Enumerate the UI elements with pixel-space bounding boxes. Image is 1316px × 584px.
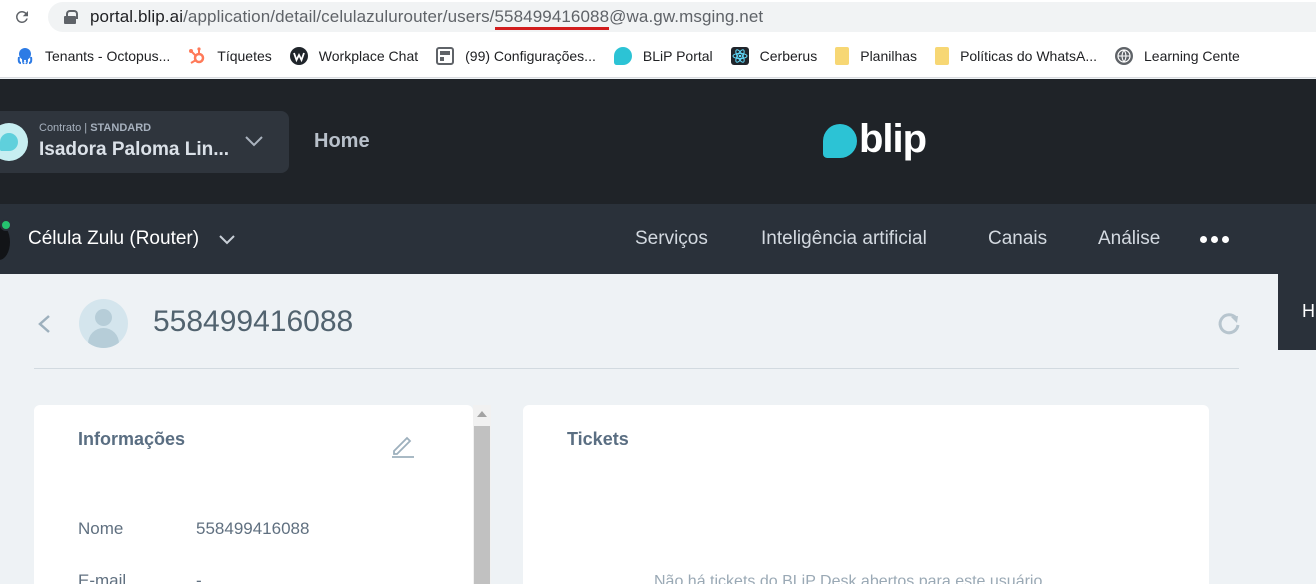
- bookmark-tenants[interactable]: Tenants - Octopus...: [16, 47, 170, 65]
- back-arrow-icon[interactable]: [36, 314, 54, 334]
- nav-analise[interactable]: Análise: [1098, 228, 1160, 250]
- reload-icon: [16, 11, 28, 23]
- contract-type: Contrato | STANDARD: [39, 122, 152, 134]
- info-card-title: Informações: [78, 429, 186, 449]
- user-id-title: 558499416088: [153, 305, 354, 338]
- settings-page-icon: [436, 46, 455, 65]
- folder-icon: [835, 46, 850, 65]
- bookmark-tiquetes[interactable]: Tíquetes: [188, 46, 272, 65]
- user-avatar: [79, 299, 128, 348]
- url-field[interactable]: portal.blip.ai/application/detail/celula…: [48, 2, 1316, 32]
- url-user-id: 558499416088: [494, 7, 610, 30]
- bookmark-workplace-chat[interactable]: Workplace Chat: [289, 46, 419, 65]
- browser-address-bar: portal.blip.ai/application/detail/celula…: [0, 0, 1316, 34]
- url-path: /application/detail/celulazulurouter/use…: [183, 7, 495, 26]
- bookmark-planilhas[interactable]: Planilhas: [835, 46, 918, 65]
- url-domain: @wa.gw.msging.net: [609, 7, 764, 26]
- url-text: portal.blip.ai/application/detail/celula…: [90, 7, 764, 30]
- blip-icon: [0, 133, 18, 151]
- bot-navigation: Célula Zulu (Router) Serviços Inteligênc…: [0, 204, 1316, 274]
- bookmark-label: BLiP Portal: [642, 47, 713, 64]
- bookmark-label: Cerberus: [759, 47, 818, 64]
- lock-icon: [64, 10, 78, 24]
- bookmark-label: Workplace Chat: [318, 47, 419, 64]
- bookmark-configuracoes[interactable]: (99) Configurações...: [436, 46, 596, 65]
- workplace-icon: [289, 46, 308, 65]
- bookmark-label: Planilhas: [860, 47, 918, 64]
- contract-avatar: [0, 123, 28, 161]
- nav-inteligencia-artificial[interactable]: Inteligência artificial: [761, 228, 927, 250]
- blip-bubble-icon: [823, 124, 857, 158]
- right-tab-label: H: [1302, 301, 1315, 321]
- header-divider: [34, 368, 1239, 369]
- bookmark-cerberus[interactable]: Cerberus: [730, 46, 818, 65]
- bookmark-label: Tíquetes: [217, 47, 272, 64]
- contract-plan: STANDARD: [90, 122, 152, 134]
- tickets-card-title: Tickets: [567, 429, 629, 449]
- field-value-nome: 558499416088: [196, 519, 310, 538]
- bot-selector[interactable]: Célula Zulu (Router): [28, 228, 199, 250]
- more-options-icon[interactable]: [1200, 236, 1229, 243]
- bookmark-label: Tenants - Octopus...: [45, 47, 171, 64]
- online-status-dot: [0, 219, 12, 231]
- browser-reload-button[interactable]: [0, 0, 44, 34]
- bookmark-label: (99) Configurações...: [465, 47, 596, 64]
- field-label-email: E-mail: [78, 571, 127, 584]
- user-info-card: Informações Nome 558499416088 E-mail -: [34, 405, 473, 584]
- contract-name: Isadora Paloma Lin...: [39, 139, 230, 160]
- bookmark-label: Políticas do WhatsA...: [960, 47, 1098, 64]
- bookmarks-bar: Tenants - Octopus... Tíquetes Workplace …: [0, 34, 1316, 78]
- bookmark-learning-center[interactable]: Learning Cente: [1115, 46, 1240, 65]
- refresh-icon[interactable]: [1217, 312, 1241, 336]
- tickets-card: Tickets Não há tickets do BLiP Desk aber…: [523, 405, 1209, 584]
- field-label-nome: Nome: [78, 519, 124, 538]
- blip-logo[interactable]: blip: [823, 117, 927, 161]
- globe-icon: [1115, 46, 1134, 65]
- chevron-down-icon: [245, 136, 263, 147]
- portal-header: Contrato | STANDARD Isadora Paloma Lin..…: [0, 79, 1316, 204]
- bookmark-politicas-whatsapp[interactable]: Políticas do WhatsA...: [935, 46, 1098, 65]
- scroll-up-arrow-icon[interactable]: [477, 411, 487, 417]
- url-host: portal.blip.ai: [90, 7, 184, 26]
- logo-text: blip: [859, 117, 927, 161]
- chevron-down-icon[interactable]: [218, 230, 236, 248]
- octopus-icon: [16, 47, 34, 65]
- bookmark-label: Learning Cente: [1144, 47, 1240, 64]
- contract-selector[interactable]: Contrato | STANDARD Isadora Paloma Lin..…: [0, 111, 289, 173]
- react-icon: [730, 46, 749, 65]
- hubspot-icon: [188, 46, 206, 65]
- home-link[interactable]: Home: [314, 130, 370, 153]
- info-card-scrollbar[interactable]: [473, 405, 491, 584]
- scroll-thumb[interactable]: [474, 426, 490, 584]
- folder-icon: [935, 46, 950, 65]
- right-side-tab[interactable]: H: [1278, 274, 1316, 350]
- tickets-empty-message: Não há tickets do BLiP Desk abertos para…: [654, 573, 1043, 584]
- nav-canais[interactable]: Canais: [988, 228, 1047, 250]
- bookmark-blip-portal[interactable]: BLiP Portal: [613, 46, 713, 65]
- nav-servicos[interactable]: Serviços: [635, 228, 708, 250]
- blip-icon: [613, 46, 632, 65]
- contract-label: Contrato: [39, 122, 82, 134]
- field-value-email: -: [196, 571, 202, 584]
- edit-pencil-icon[interactable]: [390, 432, 416, 458]
